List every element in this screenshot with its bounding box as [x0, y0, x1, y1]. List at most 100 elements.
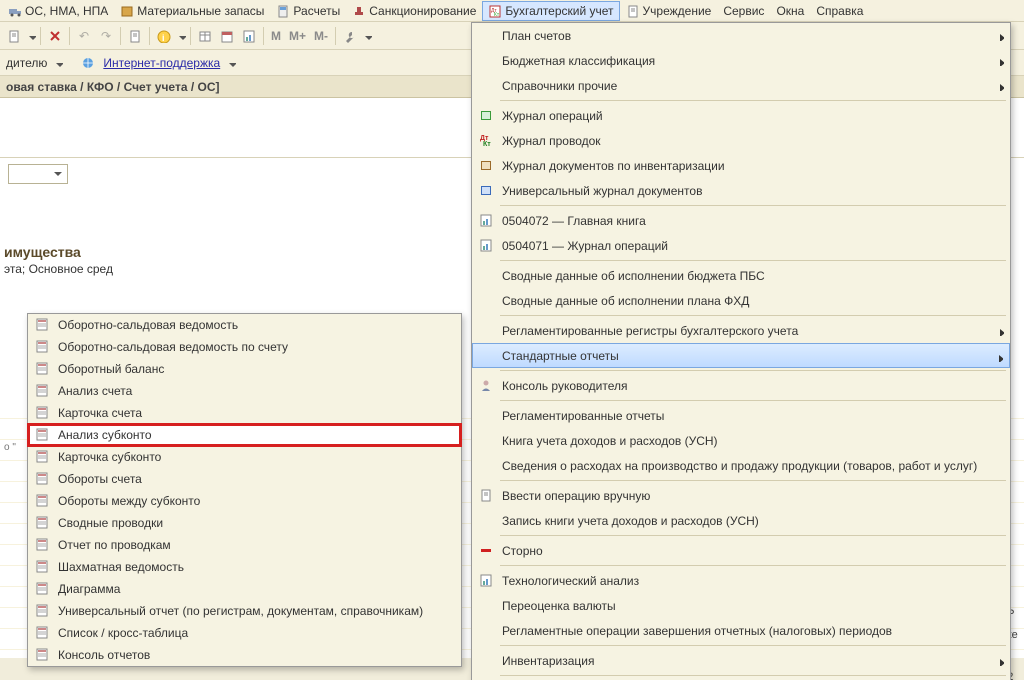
menu-item[interactable]: Запись книги учета доходов и расходов (У…	[472, 508, 1010, 533]
tb-m[interactable]: M	[268, 29, 284, 43]
tb-cal-icon[interactable]	[217, 26, 237, 46]
submenu-item-label: Анализ субконто	[54, 428, 441, 442]
subbar-left-label: дителю	[6, 56, 47, 70]
menu-os[interactable]: ОС, НМА, НПА	[2, 1, 114, 21]
report-icon	[32, 449, 54, 465]
menu-materials[interactable]: Материальные запасы	[114, 1, 270, 21]
submenu-item[interactable]: Анализ счета	[28, 380, 461, 402]
menu-item-label: Регламентированные отчеты	[498, 409, 990, 423]
menu-item[interactable]: Универсальный журнал документов	[472, 178, 1010, 203]
doc-chart-icon	[476, 213, 498, 229]
doc-new-icon	[476, 488, 498, 504]
report-icon	[32, 405, 54, 421]
menu-item[interactable]: Журнал операций	[472, 103, 1010, 128]
caret-icon[interactable]	[53, 58, 63, 68]
menu-item[interactable]: План счетов	[472, 23, 1010, 48]
submenu-item[interactable]: Обороты счета	[28, 468, 461, 490]
menu-item[interactable]: Журнал проводок	[472, 128, 1010, 153]
breadcrumb-text: овая ставка / КФО / Счет учета / ОС]	[6, 80, 220, 94]
doc-chart-icon	[476, 238, 498, 254]
submenu-item[interactable]: Консоль отчетов	[28, 644, 461, 666]
tb-copy-icon[interactable]	[125, 26, 145, 46]
submenu-item[interactable]: Оборотный баланс	[28, 358, 461, 380]
menu-item[interactable]: Журнал документов по инвентаризации	[472, 153, 1010, 178]
submenu-item-label: Оборотно-сальдовая ведомость по счету	[54, 340, 441, 354]
menu-item[interactable]: 0504072 — Главная книга	[472, 208, 1010, 233]
menu-sanction[interactable]: Санкционирование	[346, 1, 482, 21]
menu-item[interactable]: Консоль руководителя	[472, 373, 1010, 398]
menu-item[interactable]: Справочники прочие	[472, 73, 1010, 98]
report-icon	[32, 647, 54, 663]
menu-calcs[interactable]: Расчеты	[270, 1, 346, 21]
report-icon	[32, 493, 54, 509]
menu-item[interactable]: Стандартные отчеты	[472, 343, 1010, 368]
separator	[120, 27, 121, 45]
menu-item[interactable]: Сводные данные об исполнении бюджета ПБС	[472, 263, 1010, 288]
menu-item[interactable]: Регламентированные отчеты	[472, 403, 1010, 428]
tb-delete-icon[interactable]	[45, 26, 65, 46]
menu-help[interactable]: Справка	[810, 1, 869, 21]
submenu-item[interactable]: Универсальный отчет (по регистрам, докум…	[28, 600, 461, 622]
submenu-item-label: Сводные проводки	[54, 516, 441, 530]
internet-support-link[interactable]: Интернет-поддержка	[103, 56, 220, 70]
menu-service[interactable]: Сервис	[717, 1, 770, 21]
menu-item[interactable]: Сведения о расходах на производство и пр…	[472, 453, 1010, 478]
menu-item-label: Консоль руководителя	[498, 379, 990, 393]
submenu-arrow-icon	[996, 655, 1004, 669]
report-icon	[32, 317, 54, 333]
tb-mminus[interactable]: M-	[311, 29, 331, 43]
caret-icon[interactable]	[26, 31, 36, 41]
menu-item-label: Журнал проводок	[498, 134, 990, 148]
menu-item[interactable]: Ввести операцию вручную	[472, 483, 1010, 508]
submenu-item[interactable]: Карточка счета	[28, 402, 461, 424]
person-icon	[476, 378, 498, 394]
submenu-item[interactable]: Оборотно-сальдовая ведомость по счету	[28, 336, 461, 358]
menu-item[interactable]: Инвентаризация	[472, 648, 1010, 673]
menu-separator	[500, 260, 1006, 261]
separator	[40, 27, 41, 45]
submenu-item[interactable]: Обороты между субконто	[28, 490, 461, 512]
tb-redo-icon[interactable]: ↷	[96, 26, 116, 46]
submenu-item[interactable]: Диаграмма	[28, 578, 461, 600]
menu-item[interactable]: Регламентные операции завершения отчетны…	[472, 618, 1010, 643]
menu-item[interactable]: Сводные данные об исполнении плана ФХД	[472, 288, 1010, 313]
menu-item[interactable]: Переоценка валюты	[472, 593, 1010, 618]
tb-undo-icon[interactable]: ↶	[74, 26, 94, 46]
minus-red-icon	[476, 543, 498, 559]
tb-mplus[interactable]: M+	[286, 29, 309, 43]
menu-separator	[500, 315, 1006, 316]
submenu-item[interactable]: Оборотно-сальдовая ведомость	[28, 314, 461, 336]
caret-icon[interactable]	[362, 31, 372, 41]
submenu-item[interactable]: Сводные проводки	[28, 512, 461, 534]
menu-item-label: Бюджетная классификация	[498, 54, 990, 68]
tb-info-icon[interactable]	[154, 26, 174, 46]
menu-item[interactable]: Регламентированные регистры бухгалтерско…	[472, 318, 1010, 343]
menubar: ОС, НМА, НПА Материальные запасы Расчеты…	[0, 0, 1024, 22]
menu-accounting[interactable]: Бухгалтерский учет	[482, 1, 619, 21]
tb-new-icon[interactable]	[4, 26, 24, 46]
menu-item-label: Стандартные отчеты	[498, 349, 990, 363]
menu-item-label: Журнал документов по инвентаризации	[498, 159, 990, 173]
menu-item[interactable]: Сторно	[472, 538, 1010, 563]
menu-item[interactable]: Бюджетная классификация	[472, 48, 1010, 73]
combo-field[interactable]	[8, 164, 68, 184]
submenu-item[interactable]: Анализ субконто	[28, 424, 461, 446]
menu-org[interactable]: Учреждение	[620, 1, 718, 21]
menu-item[interactable]: 0504071 — Журнал операций	[472, 233, 1010, 258]
menu-item[interactable]: Технологический анализ	[472, 568, 1010, 593]
menu-separator	[500, 370, 1006, 371]
tb-wrench-icon[interactable]	[340, 26, 360, 46]
caret-icon[interactable]	[176, 31, 186, 41]
menu-item-label: Сводные данные об исполнении бюджета ПБС	[498, 269, 990, 283]
report-icon	[32, 383, 54, 399]
caret-icon[interactable]	[226, 58, 236, 68]
tb-chart-icon[interactable]	[239, 26, 259, 46]
tb-table-icon[interactable]	[195, 26, 215, 46]
report-icon	[32, 361, 54, 377]
menu-item[interactable]: Книга учета доходов и расходов (УСН)	[472, 428, 1010, 453]
submenu-item[interactable]: Список / кросс-таблица	[28, 622, 461, 644]
submenu-item[interactable]: Отчет по проводкам	[28, 534, 461, 556]
submenu-item[interactable]: Карточка субконто	[28, 446, 461, 468]
menu-windows[interactable]: Окна	[770, 1, 810, 21]
submenu-item[interactable]: Шахматная ведомость	[28, 556, 461, 578]
